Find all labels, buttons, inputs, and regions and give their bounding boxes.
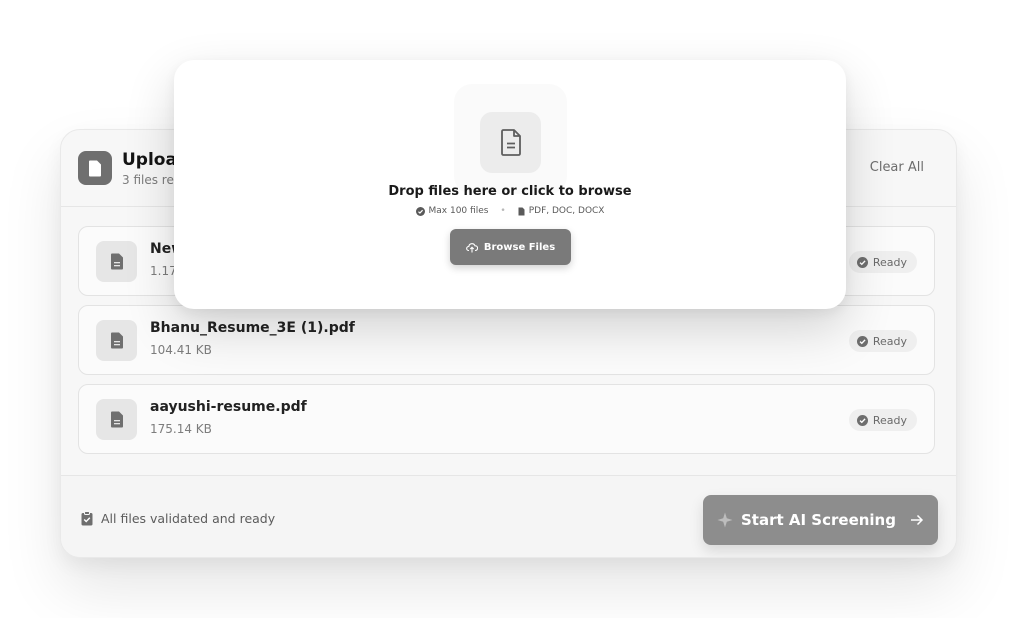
file-row[interactable]: aayushi-resume.pdf 175.14 KB Ready bbox=[78, 384, 935, 454]
file-text-icon bbox=[96, 399, 137, 440]
file-name: aayushi-resume.pdf bbox=[150, 399, 307, 415]
drop-zone[interactable]: Drop files here or click to browse Max 1… bbox=[174, 60, 846, 309]
check-circle-icon bbox=[856, 414, 868, 426]
validation-text: All files validated and ready bbox=[101, 511, 276, 526]
status-badge: Ready bbox=[848, 251, 917, 273]
file-size: 104.41 KB bbox=[150, 343, 212, 357]
status-label: Ready bbox=[872, 255, 907, 269]
file-text-icon bbox=[96, 241, 137, 282]
meta-separator: • bbox=[500, 206, 506, 216]
file-name: Bhanu_Resume_3E (1).pdf bbox=[150, 320, 355, 336]
upload-cloud-icon bbox=[465, 242, 478, 252]
file-text-icon bbox=[96, 320, 137, 361]
max-files-info: Max 100 files bbox=[415, 206, 489, 216]
file-text-icon bbox=[480, 112, 541, 173]
sparkle-icon bbox=[717, 512, 733, 528]
max-files-label: Max 100 files bbox=[428, 206, 489, 216]
panel-footer: All files validated and ready Start AI S… bbox=[61, 475, 956, 557]
formats-label: PDF, DOC, DOCX bbox=[528, 206, 605, 216]
file-icon bbox=[518, 207, 525, 215]
drop-zone-title: Drop files here or click to browse bbox=[388, 184, 632, 199]
check-circle-icon bbox=[856, 256, 868, 268]
panel-subtitle: 3 files rea bbox=[122, 173, 182, 187]
browse-button-label: Browse Files bbox=[483, 241, 556, 253]
file-row[interactable]: Bhanu_Resume_3E (1).pdf 104.41 KB Ready bbox=[78, 305, 935, 375]
clear-all-button[interactable]: Clear All bbox=[870, 160, 924, 175]
start-ai-screening-button[interactable]: Start AI Screening bbox=[703, 495, 938, 545]
document-icon bbox=[78, 151, 112, 185]
status-badge: Ready bbox=[848, 330, 917, 352]
file-size: 175.14 KB bbox=[150, 422, 212, 436]
clipboard-check-icon bbox=[81, 511, 93, 526]
formats-info: PDF, DOC, DOCX bbox=[518, 206, 605, 216]
status-label: Ready bbox=[872, 334, 907, 348]
stage: Upload 3 files rea Clear All New 1.17 M … bbox=[0, 0, 1017, 618]
status-label: Ready bbox=[872, 413, 907, 427]
start-button-label: Start AI Screening bbox=[741, 511, 896, 529]
check-circle-icon bbox=[856, 335, 868, 347]
validation-note: All files validated and ready bbox=[81, 511, 275, 526]
browse-files-button[interactable]: Browse Files bbox=[450, 229, 571, 265]
check-circle-icon bbox=[415, 206, 425, 216]
drop-zone-meta: Max 100 files • PDF, DOC, DOCX bbox=[174, 206, 846, 216]
status-badge: Ready bbox=[848, 409, 917, 431]
arrow-right-icon bbox=[910, 514, 924, 526]
